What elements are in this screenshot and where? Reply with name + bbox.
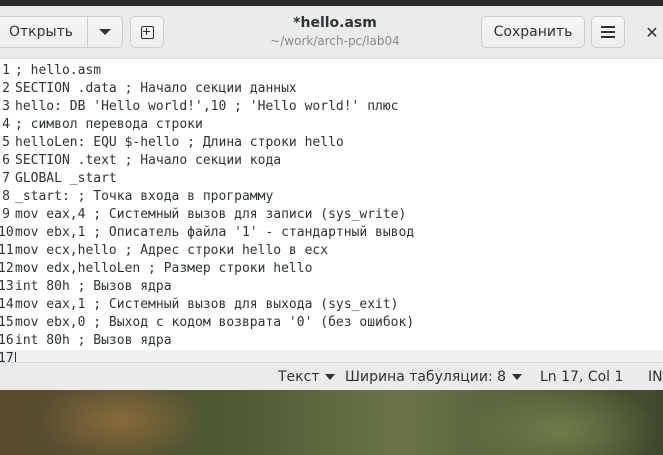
code-line[interactable]: 8 _start: ; Точка входа в программу [0,188,663,206]
insert-mode-label: INS [648,368,663,385]
line-number: 3 [2,99,10,114]
line-text: _start: ; Точка входа в программу [15,189,274,204]
line-number: 11 [0,243,14,258]
tab-width-label: Ширина табуляции: 8 [345,368,507,385]
cursor-position-label: Ln 17, Col 1 [540,368,624,385]
line-text: mov edx,helloLen ; Размер строки hello [15,261,313,276]
code-line[interactable]: 11 mov ecx,hello ; Адрес строки hello в e… [0,242,663,260]
code-line[interactable]: 17 [0,350,663,362]
hamburger-menu-icon [601,26,615,38]
code-line[interactable]: 4 ; символ перевода строки [0,116,663,134]
line-number: 13 [0,279,14,294]
chevron-down-icon [325,373,336,380]
line-text: mov eax,4 ; Системный вызов для записи (… [15,207,407,222]
close-button[interactable]: ✕ [640,18,663,46]
line-number: 8 [2,189,10,204]
line-number: 6 [2,153,10,168]
line-text: int 80h ; Вызов ядра [15,279,172,294]
code-line[interactable]: 15 mov ebx,0 ; Выход с кодом возврата '0'… [0,314,663,332]
status-bar: Текст Ширина табуляции: 8 Ln 17, Col 1 I… [0,362,663,390]
code-line[interactable]: 7 GLOBAL _start [0,170,663,188]
window-subtitle: ~/work/arch-pc/lab04 [270,34,400,48]
line-text: mov ebx,0 ; Выход с кодом возврата '0' (… [15,315,415,330]
language-label: Текст [278,368,320,385]
line-text: ; символ перевода строки [15,117,203,132]
header-bar: Открыть *hello.asm ~/work/arch-pc/lab04 … [0,6,663,59]
code-line[interactable]: 16 int 80h ; Вызов ядра [0,332,663,350]
line-number: 16 [0,333,14,348]
desktop-wallpaper [0,390,663,455]
new-tab-icon [140,25,154,39]
line-text: int 80h ; Вызов ядра [15,333,172,348]
code-editor[interactable]: 1 ; hello.asm 2 SECTION .data ; Начало секц… [0,59,663,362]
language-selector[interactable]: Текст [278,363,336,390]
text-cursor [15,352,16,362]
open-button-label: Открыть [9,24,73,40]
code-line[interactable]: 9 mov eax,4 ; Системный вызов для записи … [0,206,663,224]
line-number: 12 [0,261,14,276]
code-line[interactable]: 3 hello: DB 'Hello world!',10 ; 'Hello wo… [0,98,663,116]
line-text: mov eax,1 ; Системный вызов для выхода (… [15,297,399,312]
code-line[interactable]: 10 mov ebx,1 ; Описатель файла '1' - стан… [0,224,663,242]
line-text: GLOBAL _start [15,171,117,186]
open-button[interactable]: Открыть [0,16,88,48]
line-number: 15 [0,315,14,330]
code-line[interactable]: 14 mov eax,1 ; Системный вызов для выхода… [0,296,663,314]
line-number: 7 [2,171,10,186]
tab-width-selector[interactable]: Ширина табуляции: 8 [345,363,523,390]
line-number: 17 [0,351,14,362]
line-number: 4 [2,117,10,132]
line-text: SECTION .text ; Начало секции кода [15,153,282,168]
chevron-down-icon [512,373,523,380]
line-number: 9 [2,207,10,222]
save-button[interactable]: Сохранить [481,16,585,48]
menu-button[interactable] [591,16,625,48]
code-line[interactable]: 12 mov edx,helloLen ; Размер строки hello [0,260,663,278]
code-line[interactable]: 13 int 80h ; Вызов ядра [0,278,663,296]
save-button-label: Сохранить [493,24,573,40]
line-number: 14 [0,297,14,312]
line-number: 2 [2,81,10,96]
line-text: SECTION .data ; Начало секции данных [15,81,297,96]
cursor-position[interactable]: Ln 17, Col 1 [540,363,623,390]
code-line[interactable]: 5 helloLen: EQU $-hello ; Длина строки he… [0,134,663,152]
window-title: *hello.asm [293,15,377,31]
line-text: ; hello.asm [15,63,102,78]
line-text: mov ebx,1 ; Описатель файла '1' - станда… [15,225,415,240]
line-text: hello: DB 'Hello world!',10 ; 'Hello wor… [15,99,399,114]
line-text: mov ecx,hello ; Адрес строки hello в ecx [15,243,329,258]
line-number: 1 [2,63,10,78]
code-line[interactable]: 6 SECTION .text ; Начало секции кода [0,152,663,170]
code-line[interactable]: 1 ; hello.asm [0,62,663,80]
close-icon: ✕ [645,22,659,42]
line-number: 5 [2,135,10,150]
code-line[interactable]: 2 SECTION .data ; Начало секции данных [0,80,663,98]
line-text: helloLen: EQU $-hello ; Длина строки hel… [15,135,344,150]
window-title-area: *hello.asm ~/work/arch-pc/lab04 [200,14,470,49]
chevron-down-icon [99,29,111,35]
insert-mode-indicator[interactable]: INS [648,363,663,390]
open-dropdown-button[interactable] [87,16,123,48]
new-tab-button[interactable] [130,16,164,48]
line-number: 10 [0,225,14,240]
text-editor-window: Открыть *hello.asm ~/work/arch-pc/lab04 … [0,6,663,390]
